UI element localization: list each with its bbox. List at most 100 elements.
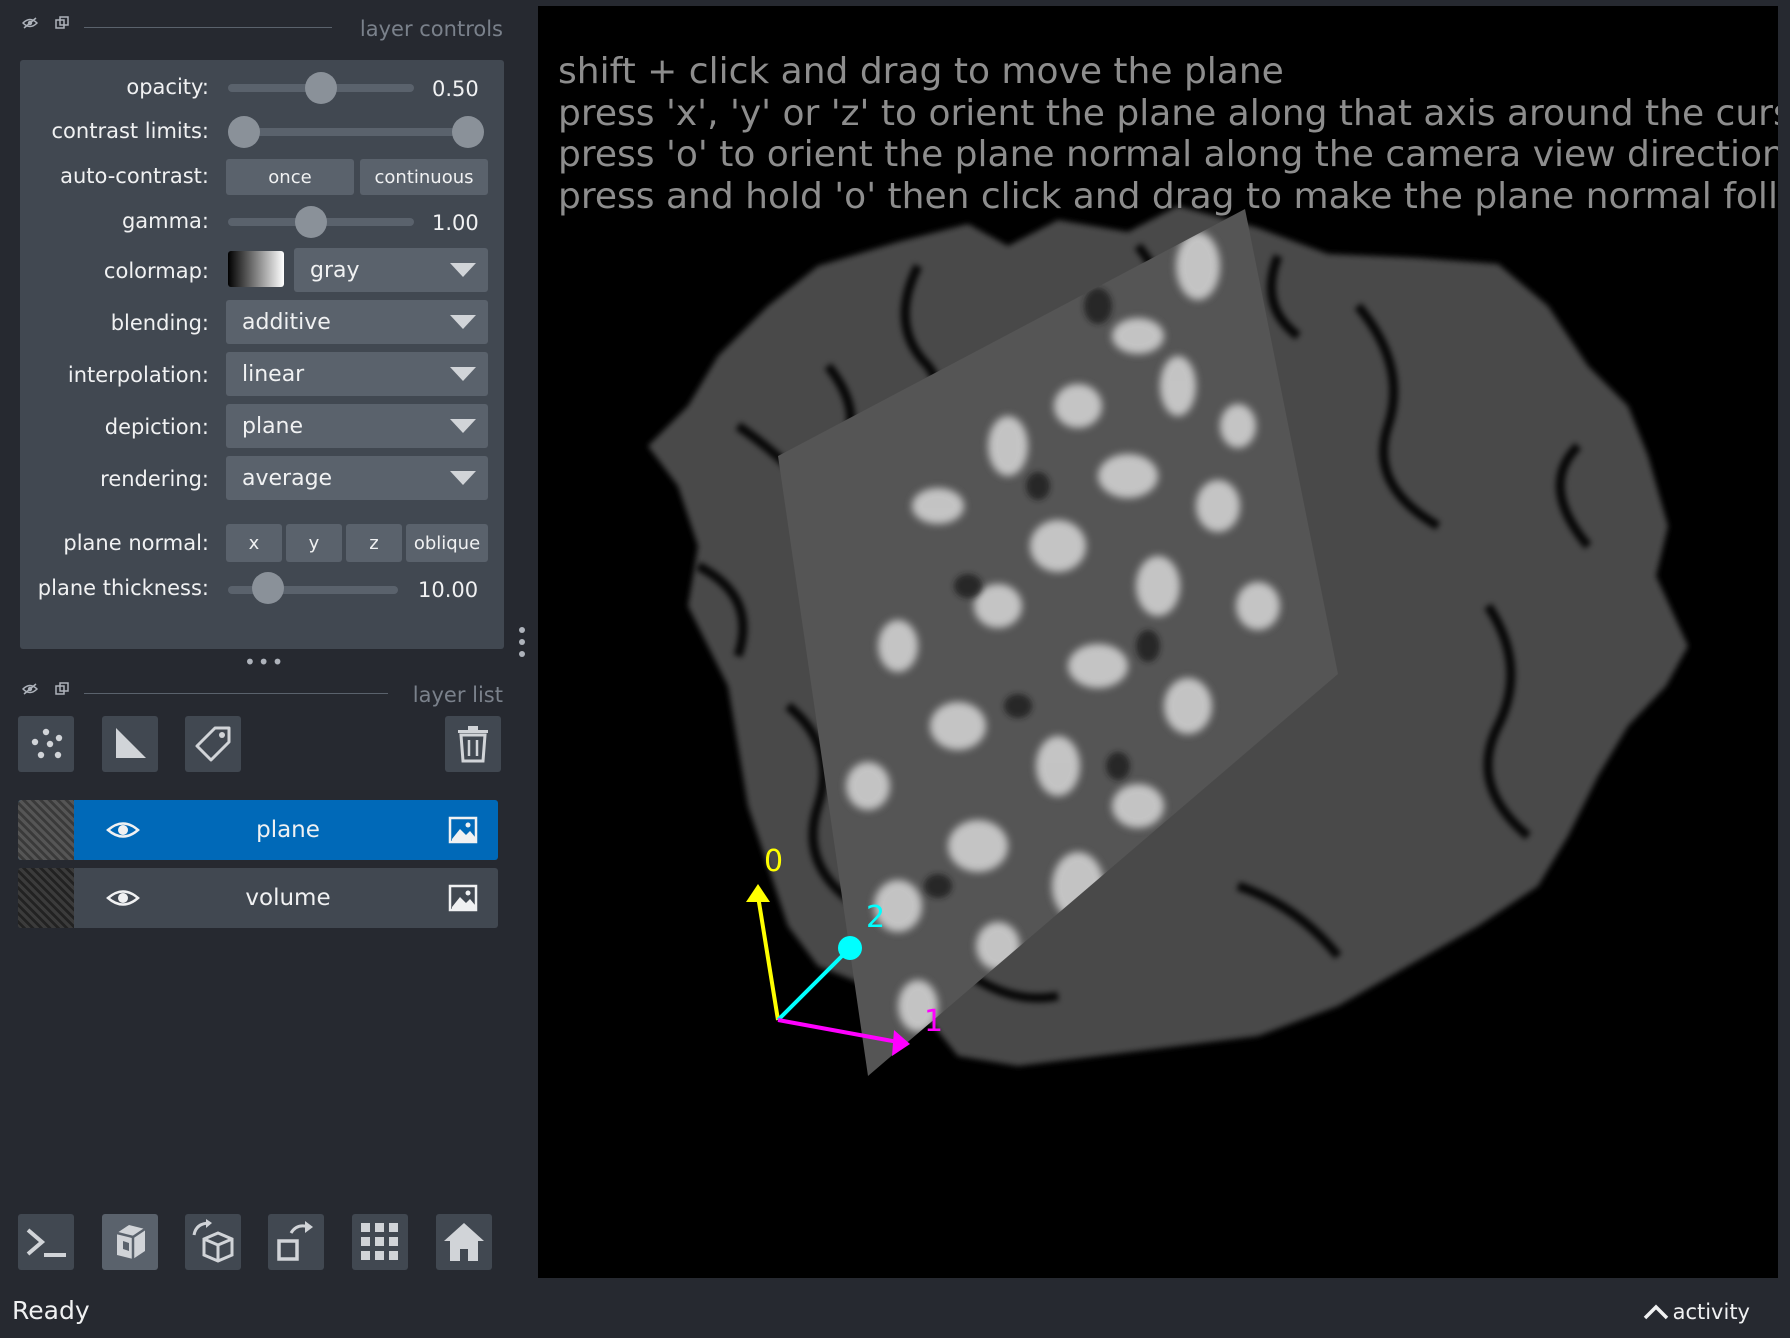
- contrast-limits-label: contrast limits:: [51, 119, 210, 143]
- new-shapes-icon: [116, 728, 146, 758]
- hint-line-1: shift + click and drag to move the plane: [558, 51, 1284, 92]
- colormap-label: colormap:: [103, 259, 209, 283]
- delete-layer-icon: [458, 726, 488, 763]
- rendering-select[interactable]: average: [226, 456, 488, 500]
- new-points-icon: [31, 728, 63, 759]
- header-divider: [84, 27, 332, 28]
- contrast-limits-high-handle[interactable]: [452, 116, 484, 148]
- layer-controls-header: layer controls: [0, 6, 515, 41]
- roll-dims-icon: [192, 1219, 234, 1263]
- activity-button[interactable]: activity: [1643, 1300, 1750, 1324]
- chevron-up-icon: [1643, 1304, 1668, 1320]
- interpolation-value: linear: [242, 361, 305, 387]
- colormap-value: gray: [310, 257, 360, 283]
- plane-thickness-value: 10.00: [418, 578, 479, 602]
- opacity-label: opacity:: [126, 75, 209, 99]
- chevron-down-icon: [450, 263, 476, 277]
- dock-resize-handle[interactable]: [518, 624, 526, 660]
- float-panel-icon[interactable]: [51, 672, 73, 706]
- layer-row-plane[interactable]: plane: [18, 800, 498, 860]
- plane-thickness-label: plane thickness:: [37, 576, 209, 600]
- auto-contrast-continuous-button[interactable]: continuous: [360, 159, 488, 195]
- opacity-slider-handle[interactable]: [305, 72, 337, 104]
- auto-contrast-label: auto-contrast:: [60, 164, 209, 188]
- depiction-value: plane: [242, 413, 304, 439]
- gamma-value: 1.00: [432, 211, 479, 235]
- grid-view-button[interactable]: [352, 1214, 408, 1270]
- opacity-value: 0.50: [432, 77, 479, 101]
- hint-line-4: press and hold 'o' then click and drag t…: [558, 176, 1778, 217]
- activity-label: activity: [1672, 1300, 1750, 1324]
- blending-value: additive: [242, 309, 331, 335]
- plane-normal-label: plane normal:: [63, 531, 209, 555]
- axis-0-line: [756, 895, 780, 1021]
- hide-panel-icon[interactable]: [19, 6, 41, 40]
- axis-2-label: 2: [866, 900, 886, 935]
- chevron-down-icon: [450, 315, 476, 329]
- colormap-select[interactable]: gray: [294, 248, 488, 292]
- interpolation-label: interpolation:: [67, 363, 209, 387]
- layer-name[interactable]: plane: [148, 800, 428, 860]
- axis-0-label: 0: [764, 844, 784, 879]
- console-icon: [26, 1228, 66, 1257]
- colormap-swatch: [228, 251, 284, 287]
- layer-thumbnail: [18, 800, 74, 860]
- axis-2-line: [776, 948, 850, 1022]
- rendering-value: average: [242, 465, 333, 491]
- layer-controls-title: layer controls: [359, 17, 503, 41]
- console-button[interactable]: [18, 1214, 74, 1270]
- chevron-down-icon: [450, 471, 476, 485]
- hide-panel-icon[interactable]: [19, 672, 41, 706]
- layer-thumbnail: [18, 868, 74, 928]
- chevron-down-icon: [450, 419, 476, 433]
- plane-normal-x-button[interactable]: x: [226, 524, 282, 562]
- rendering-label: rendering:: [100, 467, 209, 491]
- new-labels-icon: [195, 726, 231, 762]
- blending-label: blending:: [110, 311, 209, 335]
- axis-1-label: 1: [924, 1004, 944, 1039]
- new-points-layer-button[interactable]: [18, 716, 74, 772]
- plane-thickness-slider-handle[interactable]: [252, 572, 284, 604]
- layer-list-header: layer list: [0, 672, 515, 707]
- gamma-slider-handle[interactable]: [295, 206, 327, 238]
- ndisplay-toggle-button[interactable]: [102, 1214, 158, 1270]
- plane-normal-oblique-button[interactable]: oblique: [406, 524, 488, 562]
- dock-splitter-handle[interactable]: •••: [244, 650, 285, 674]
- depiction-select[interactable]: plane: [226, 404, 488, 448]
- layer-list-title: layer list: [412, 683, 503, 707]
- plane-normal-z-button[interactable]: z: [346, 524, 402, 562]
- hint-line-3: press 'o' to orient the plane normal alo…: [558, 134, 1778, 175]
- interpolation-select[interactable]: linear: [226, 352, 488, 396]
- hint-line-2: press 'x', 'y' or 'z' to orient the plan…: [558, 93, 1778, 134]
- transpose-button[interactable]: [268, 1214, 324, 1270]
- home-icon: [444, 1223, 484, 1261]
- visibility-eye-icon[interactable]: [106, 885, 140, 911]
- viewer-canvas[interactable]: shift + click and drag to move the plane…: [538, 6, 1778, 1278]
- gamma-label: gamma:: [121, 209, 209, 233]
- delete-layer-button[interactable]: [445, 716, 501, 772]
- chevron-down-icon: [450, 367, 476, 381]
- home-button[interactable]: [436, 1214, 492, 1270]
- blending-select[interactable]: additive: [226, 300, 488, 344]
- new-shapes-layer-button[interactable]: [102, 716, 158, 772]
- axis-2-arrow: [838, 936, 862, 960]
- plane-normal-y-button[interactable]: y: [286, 524, 342, 562]
- grid-icon: [361, 1223, 398, 1260]
- ndisplay-icon: [116, 1225, 146, 1259]
- image-layer-icon: [448, 884, 478, 912]
- depiction-label: depiction:: [104, 415, 209, 439]
- float-panel-icon[interactable]: [51, 6, 73, 40]
- transpose-icon: [277, 1221, 313, 1261]
- auto-contrast-once-button[interactable]: once: [226, 159, 354, 195]
- header-divider: [84, 693, 388, 694]
- layer-row-volume[interactable]: volume: [18, 868, 498, 928]
- layer-controls-panel: opacity: 0.50 contrast limits: auto-cont…: [20, 60, 504, 649]
- roll-dimensions-button[interactable]: [185, 1214, 241, 1270]
- new-labels-layer-button[interactable]: [185, 716, 241, 772]
- visibility-eye-icon[interactable]: [106, 817, 140, 843]
- contrast-limits-low-handle[interactable]: [228, 116, 260, 148]
- contrast-limits-slider[interactable]: [228, 128, 476, 136]
- image-layer-icon: [448, 816, 478, 844]
- layer-name[interactable]: volume: [148, 868, 428, 928]
- status-message: Ready: [12, 1296, 90, 1325]
